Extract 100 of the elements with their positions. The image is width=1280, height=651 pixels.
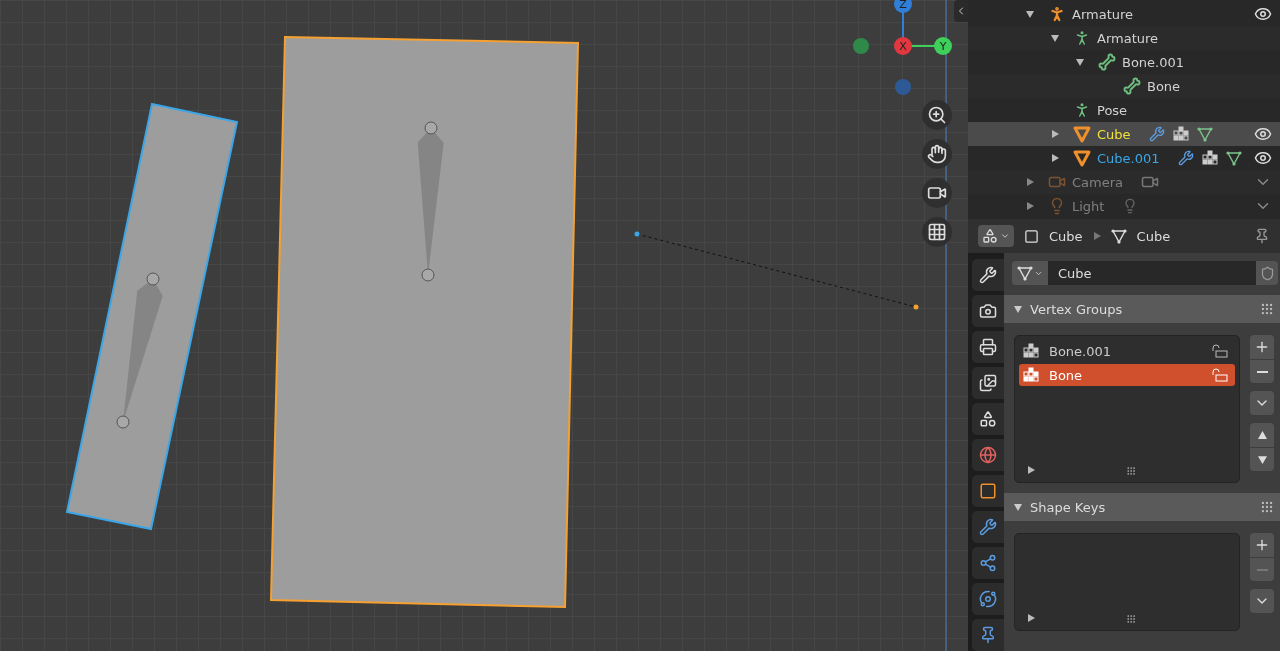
zoom-icon xyxy=(927,105,947,125)
data-type-button[interactable] xyxy=(1012,261,1048,285)
expanded-arrow-icon[interactable] xyxy=(1026,10,1034,18)
plus-icon xyxy=(1254,339,1270,355)
expanded-arrow-icon xyxy=(1014,305,1022,313)
panel-header[interactable]: Vertex Groups xyxy=(1004,295,1280,323)
bone-icon xyxy=(1123,77,1141,95)
outliner-item-name: Armature xyxy=(1097,30,1159,46)
properties-tab[interactable] xyxy=(972,583,1004,615)
expanded-arrow-icon[interactable] xyxy=(1076,58,1084,66)
hand-icon xyxy=(927,144,947,164)
outliner-item-name: Cube xyxy=(1097,126,1131,142)
add-button[interactable] xyxy=(1250,335,1274,359)
collapsed-arrow-icon[interactable] xyxy=(1026,178,1034,186)
minus-icon xyxy=(1256,568,1268,571)
physics-tab-icon xyxy=(979,590,997,608)
properties-tab[interactable] xyxy=(972,295,1004,327)
modifier-tab-icon xyxy=(979,518,997,536)
list-item[interactable]: Bone xyxy=(1019,364,1235,386)
output-tab-icon xyxy=(979,338,997,356)
list-item-name: Bone xyxy=(1049,367,1083,383)
axis-gizmo[interactable]: Z X Y xyxy=(853,0,952,95)
vertex-group-icon xyxy=(1023,367,1039,383)
drag-handle-icon[interactable] xyxy=(1260,302,1274,316)
properties-tab[interactable] xyxy=(972,367,1004,399)
remove-button[interactable] xyxy=(1250,359,1274,383)
outliner-row[interactable]: Cube xyxy=(968,122,1280,146)
properties-tab[interactable] xyxy=(972,259,1004,291)
outliner-item-name: Armature xyxy=(1072,6,1134,22)
datablock-name-field[interactable]: Cube xyxy=(1048,261,1256,285)
modifier-icon[interactable] xyxy=(1148,126,1165,142)
separator-icon xyxy=(1092,232,1101,240)
collapsed-arrow-icon[interactable] xyxy=(1051,154,1059,162)
editor-type-icon xyxy=(982,228,998,244)
tool-tab-icon xyxy=(979,266,997,284)
outliner-item-name: Cube.001 xyxy=(1097,150,1160,166)
filter-arrow-icon[interactable] xyxy=(1027,466,1035,474)
3d-viewport[interactable]: Z X Y xyxy=(0,0,968,651)
specials-menu-button[interactable] xyxy=(1250,391,1274,415)
specials-menu-button[interactable] xyxy=(1250,589,1274,613)
move-down-button[interactable] xyxy=(1250,447,1274,471)
unlock-icon[interactable] xyxy=(1211,368,1229,382)
object-tab-icon xyxy=(979,482,997,500)
properties-tab[interactable] xyxy=(972,547,1004,579)
fake-user-button[interactable] xyxy=(1256,261,1278,285)
collapsed-arrow-icon[interactable] xyxy=(1026,202,1034,210)
mesh-data-icon xyxy=(1225,150,1242,166)
properties-tab[interactable] xyxy=(972,475,1004,507)
mesh-object-icon xyxy=(1073,149,1091,167)
chevron-down-icon xyxy=(1000,231,1010,241)
eye-icon[interactable] xyxy=(1254,5,1272,23)
vertex-group-icon xyxy=(1023,343,1039,359)
eye-icon[interactable] xyxy=(1254,125,1272,143)
render-tab-icon xyxy=(979,302,997,320)
pin-icon[interactable] xyxy=(1254,228,1270,244)
camera-view-button[interactable] xyxy=(922,178,952,208)
vertex-group-icon xyxy=(1201,150,1218,166)
mesh-object[interactable] xyxy=(269,35,580,609)
editor-type-button[interactable] xyxy=(978,225,1014,247)
shield-icon xyxy=(1259,265,1275,281)
resize-handle-icon[interactable] xyxy=(1126,614,1136,624)
modifier-icon[interactable] xyxy=(1177,150,1194,166)
outliner-item-name: Camera xyxy=(1072,174,1124,190)
down-triangle-icon xyxy=(1257,455,1267,464)
grid-icon xyxy=(927,222,947,242)
bone-icon xyxy=(1098,53,1116,71)
unlock-icon[interactable] xyxy=(1211,344,1229,358)
filter-arrow-icon[interactable] xyxy=(1027,614,1035,622)
mesh-object[interactable] xyxy=(65,102,239,531)
constraints-tab-icon xyxy=(979,626,997,644)
mesh-data-icon xyxy=(1110,228,1127,244)
pan-button[interactable] xyxy=(922,139,952,169)
sidebar-toggle-button[interactable] xyxy=(954,0,968,22)
zoom-button[interactable] xyxy=(922,100,952,130)
up-triangle-icon xyxy=(1257,430,1267,440)
expanded-arrow-icon[interactable] xyxy=(1051,34,1059,42)
list-item-name: Bone.001 xyxy=(1049,343,1112,359)
move-up-button[interactable] xyxy=(1250,423,1274,447)
panel-title: Shape Keys xyxy=(1030,499,1106,515)
eye-icon[interactable] xyxy=(1254,149,1272,167)
grid-view-button[interactable] xyxy=(922,217,952,247)
world-tab-icon xyxy=(979,446,997,464)
properties-tab[interactable] xyxy=(972,331,1004,363)
scene-tab-icon xyxy=(979,410,997,428)
breadcrumb-item: Cube xyxy=(1049,228,1083,244)
properties-tab[interactable] xyxy=(972,403,1004,435)
properties-tab[interactable] xyxy=(972,619,1004,651)
panel-header[interactable]: Shape Keys xyxy=(1004,493,1280,521)
properties-tab[interactable] xyxy=(972,511,1004,543)
outliner-item-name: Bone xyxy=(1147,78,1181,94)
view-layer-tab-icon xyxy=(979,374,997,392)
list-item[interactable]: Bone.001 xyxy=(1019,340,1235,362)
mesh-data-icon xyxy=(1196,126,1213,142)
mesh-data-icon xyxy=(1017,265,1033,281)
add-button[interactable] xyxy=(1250,533,1274,557)
collapsed-arrow-icon[interactable] xyxy=(1051,130,1059,138)
minus-icon xyxy=(1256,370,1268,373)
object-icon xyxy=(1024,228,1039,244)
drag-handle-icon[interactable] xyxy=(1260,500,1274,514)
resize-handle-icon[interactable] xyxy=(1126,466,1136,476)
